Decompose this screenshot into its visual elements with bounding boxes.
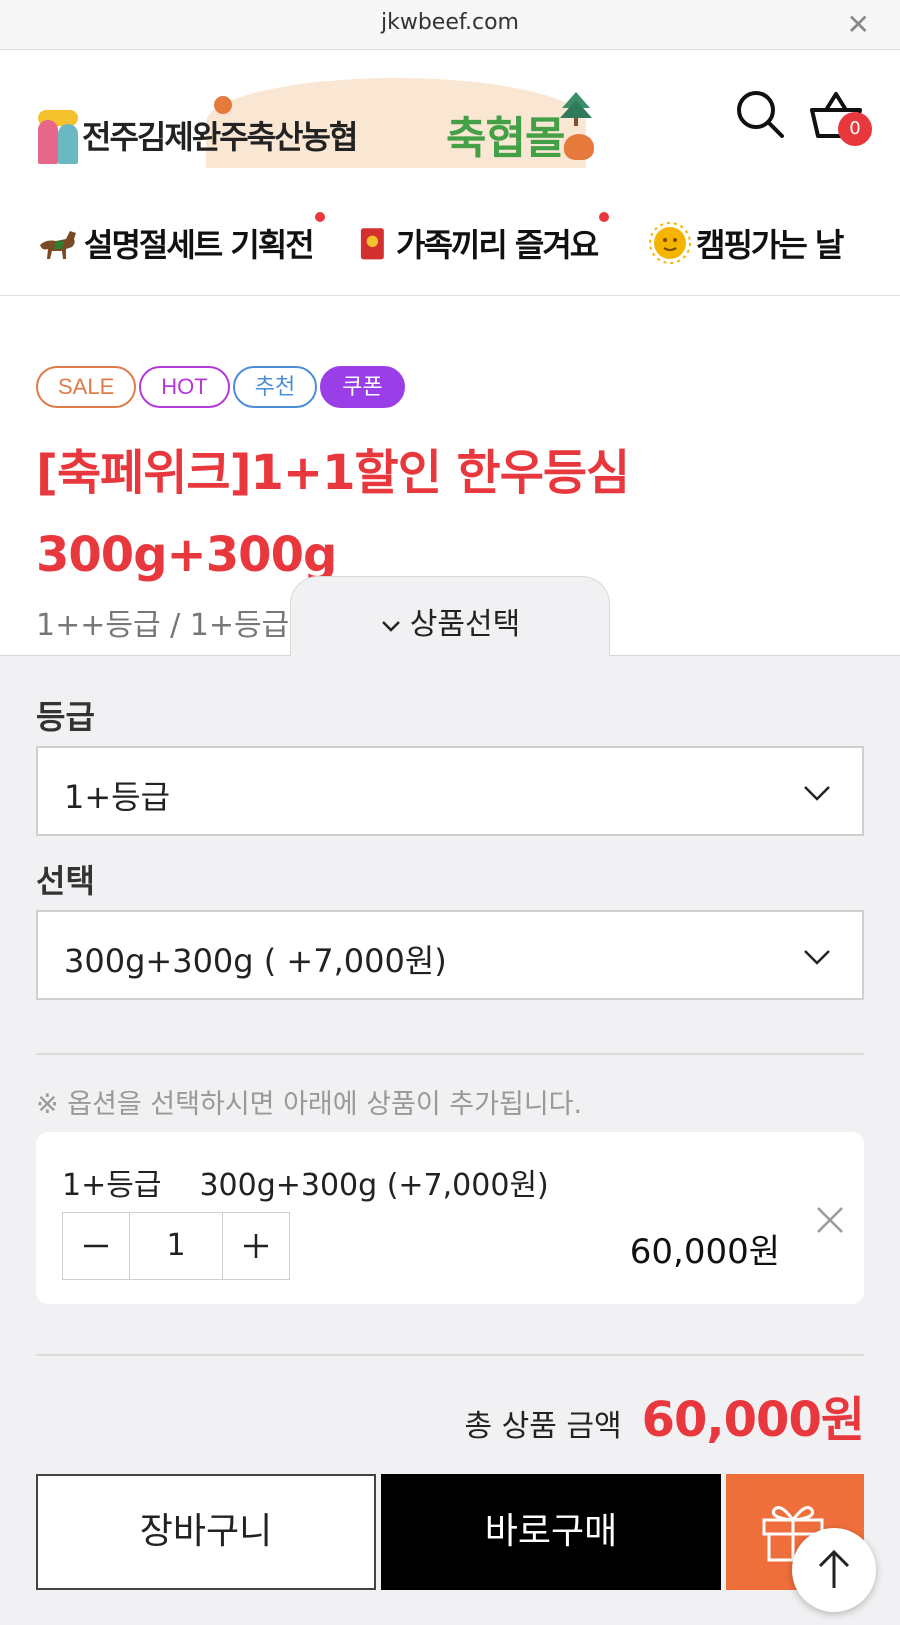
total-price-label: 총 상품 금액 [464, 1409, 622, 1444]
option-select-value: 300g+300g ( +7,000원) [64, 942, 447, 980]
nav-item-seollal-set[interactable]: 설명절세트 기획전 [36, 212, 325, 268]
grade-label: 등급 [36, 698, 95, 736]
grade-select-value: 1+등급 [64, 778, 171, 816]
logo-people-graphic [38, 110, 82, 166]
divider [36, 1053, 864, 1055]
logo-tree-graphic [560, 92, 592, 126]
sun-icon [649, 222, 691, 264]
scroll-to-top-button[interactable] [792, 1528, 876, 1612]
increase-quantity-button[interactable] [223, 1213, 289, 1279]
new-dot [599, 212, 610, 222]
buy-now-button[interactable]: 바로구매 [381, 1474, 721, 1590]
quantity-value[interactable]: 1 [129, 1213, 223, 1279]
total-price: 총 상품 금액 60,000원 [464, 1380, 865, 1450]
chevron-down-icon [804, 950, 830, 965]
product-title-line1: [축페위크]1+1할인 한우등심 [36, 445, 630, 501]
cart-count-badge: 0 [838, 112, 872, 146]
nav-label: 가족끼리 즐겨요 [396, 226, 599, 264]
selected-item-weight: 300g+300g (+7,000원) [199, 1168, 549, 1203]
red-envelope-icon [360, 228, 384, 260]
grade-select[interactable]: 1+등급 [36, 746, 864, 836]
divider [36, 1354, 864, 1356]
site-logo[interactable]: 전주김제완주축산농협 축협몰 [36, 70, 616, 170]
logo-pouch-graphic [564, 134, 594, 160]
coupon-badge: 쿠폰 [320, 366, 405, 408]
decrease-quantity-button[interactable] [63, 1213, 129, 1279]
selected-item-price: 60,000원 [629, 1232, 780, 1272]
product-badges: SALE HOT 추천 쿠폰 [36, 366, 408, 410]
add-to-cart-button[interactable]: 장바구니 [36, 1474, 376, 1590]
chevron-down-icon [804, 786, 830, 801]
option-label: 선택 [36, 862, 95, 900]
category-nav: 설명절세트 기획전 가족끼리 즐겨요 캠핑가는 날 [0, 180, 900, 296]
browser-url-bar: jkwbeef.com ✕ [0, 0, 900, 50]
close-icon[interactable]: ✕ [847, 8, 870, 41]
total-price-amount: 60,000원 [641, 1392, 865, 1448]
new-dot [314, 212, 325, 222]
nav-item-camping[interactable]: 캠핑가는 날 [648, 218, 844, 268]
chevron-down-icon [381, 620, 400, 632]
nav-label: 설명절세트 기획전 [84, 226, 315, 264]
option-select[interactable]: 300g+300g ( +7,000원) [36, 910, 864, 1000]
quantity-stepper: 1 [62, 1212, 290, 1280]
purchase-actions: 장바구니 바로구매 [36, 1474, 864, 1590]
horse-icon [40, 231, 76, 259]
hot-badge: HOT [139, 366, 230, 408]
search-icon[interactable] [734, 88, 786, 140]
product-select-tab-label: 상품선택 [409, 607, 521, 642]
product-title: [축페위크]1+1할인 한우등심 300g+300g [36, 432, 866, 596]
sale-badge: SALE [36, 366, 137, 408]
logo-coop-name: 전주김제완주축산농협 [82, 118, 358, 156]
selected-item-grade: 1+등급 [62, 1168, 162, 1203]
logo-mall-name: 축협몰 [446, 113, 565, 164]
product-select-tab[interactable]: 상품선택 [290, 576, 610, 656]
minus-icon [84, 1244, 108, 1248]
selected-item-option: 1+등급 300g+300g (+7,000원) [62, 1160, 549, 1204]
recommend-badge: 추천 [232, 366, 318, 408]
site-header: 전주김제완주축산농협 축협몰 0 [0, 50, 900, 180]
nav-item-family[interactable]: 가족끼리 즐겨요 [356, 212, 610, 268]
option-notice: ※ 옵션을 선택하시면 아래에 상품이 추가됩니다. [36, 1089, 583, 1120]
url-text[interactable]: jkwbeef.com [0, 10, 900, 35]
nav-label: 캠핑가는 날 [696, 226, 844, 264]
close-icon [817, 1207, 843, 1233]
selected-item-card: 1+등급 300g+300g (+7,000원) 1 60,000원 [36, 1132, 864, 1304]
plus-icon [244, 1234, 268, 1258]
arrow-up-icon [818, 1549, 850, 1588]
remove-item-button[interactable] [812, 1202, 848, 1238]
product-grade-info: 1++등급 / 1+등급 / [36, 608, 309, 643]
